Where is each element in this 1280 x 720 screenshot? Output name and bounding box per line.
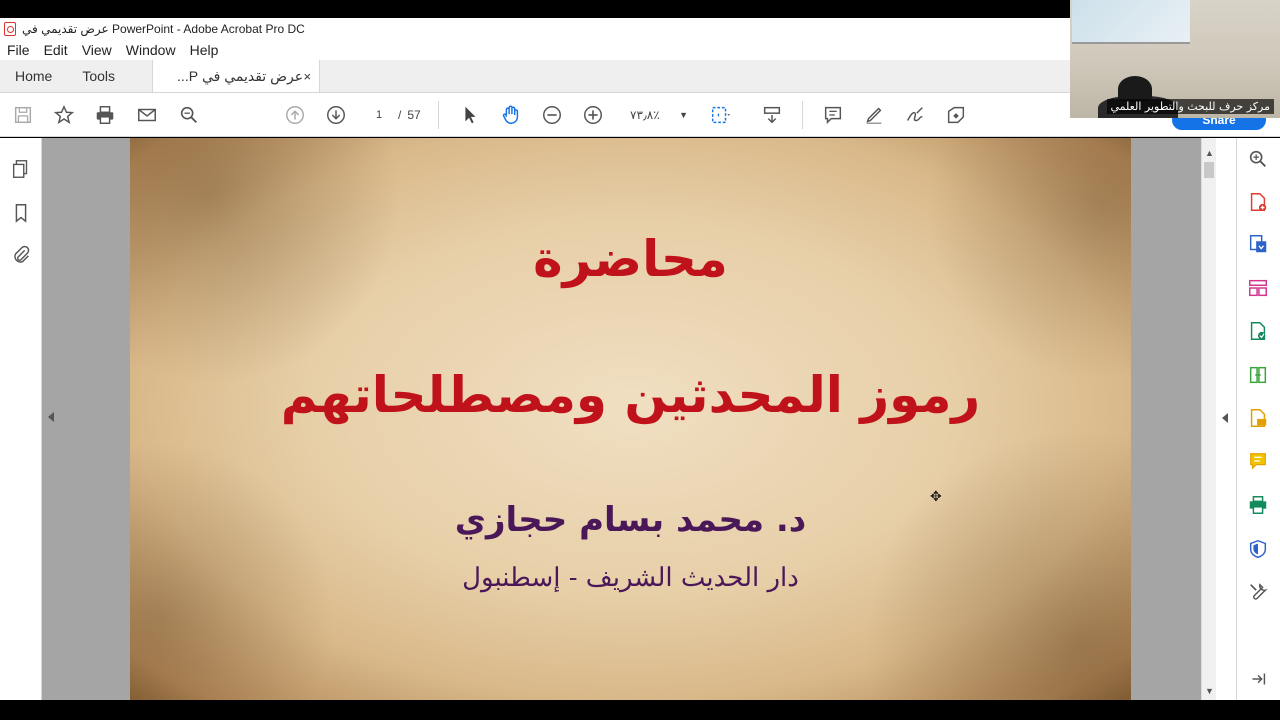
- star-icon[interactable]: [52, 103, 76, 127]
- tab-bar: Home Tools عرض تقديمي في P... ×: [0, 60, 1070, 93]
- menu-edit[interactable]: Edit: [37, 42, 75, 58]
- webcam-label: مركز حرف للبحث والتطوير العلمي: [1106, 99, 1274, 114]
- collapse-right-panel-icon[interactable]: [1222, 413, 1228, 423]
- prev-page-icon[interactable]: [283, 103, 307, 127]
- tab-document-label: عرض تقديمي في P...: [177, 67, 304, 84]
- menu-bar: File Edit View Window Help: [0, 40, 1070, 60]
- protect-shield-icon[interactable]: [1247, 538, 1269, 560]
- acrobat-logo-icon: [4, 22, 16, 36]
- organize-pages-icon[interactable]: [1247, 364, 1269, 386]
- zoom-level-value: ٧٣٫٨٪: [630, 108, 660, 122]
- send-for-review-icon[interactable]: [1247, 407, 1269, 429]
- document-margin-left: [42, 138, 130, 700]
- zoom-level-select[interactable]: ٧٣٫٨٪ ▼: [626, 106, 688, 124]
- print-production-icon[interactable]: [1247, 494, 1269, 516]
- webcam-projector-screen: [1072, 0, 1190, 44]
- tab-home[interactable]: Home: [0, 60, 67, 92]
- page-total: 57: [407, 108, 421, 122]
- next-page-icon[interactable]: [324, 103, 348, 127]
- menu-view[interactable]: View: [75, 42, 119, 58]
- email-icon[interactable]: [135, 103, 159, 127]
- zoom-in-icon[interactable]: [581, 103, 605, 127]
- window-titlebar: عرض تقديمي في PowerPoint - Adobe Acrobat…: [0, 18, 1070, 40]
- fit-page-icon[interactable]: [708, 103, 732, 127]
- search-icon[interactable]: [177, 103, 201, 127]
- print-icon[interactable]: [93, 103, 117, 127]
- left-nav-panel: [0, 138, 42, 700]
- comment-icon[interactable]: [821, 103, 845, 127]
- toolbar-divider: [802, 101, 803, 129]
- scrollbar-thumb[interactable]: [1204, 162, 1214, 178]
- combine-files-icon[interactable]: [1247, 320, 1269, 342]
- slide-title: محاضرة: [533, 230, 728, 288]
- tab-document[interactable]: عرض تقديمي في P... ×: [152, 60, 321, 92]
- collapse-left-panel-icon[interactable]: [48, 412, 54, 422]
- menu-window[interactable]: Window: [119, 42, 183, 58]
- vertical-scrollbar[interactable]: ▲ ▼: [1201, 138, 1216, 700]
- menu-file[interactable]: File: [0, 42, 37, 58]
- tab-tools[interactable]: Tools: [67, 60, 130, 92]
- save-icon[interactable]: [11, 103, 35, 127]
- scroll-mode-icon[interactable]: [760, 103, 784, 127]
- edit-pdf-icon[interactable]: [1247, 277, 1269, 299]
- enhance-scan-icon[interactable]: [1247, 148, 1269, 170]
- move-cursor-icon: ✥: [930, 488, 942, 504]
- tab-home-label: Home: [15, 68, 53, 84]
- bottom-black-bar: [0, 700, 1280, 720]
- bookmark-icon[interactable]: [10, 202, 32, 224]
- webcam-overlay: مركز حرف للبحث والتطوير العلمي: [1070, 0, 1280, 118]
- slide-institution: دار الحديث الشريف - إسطنبول: [462, 563, 799, 593]
- page-navigator: 1 / 57: [366, 106, 421, 124]
- pdf-page-slide: محاضرة رموز المحدثين ومصطلحاتهم د. محمد …: [130, 138, 1131, 700]
- tab-tools-label: Tools: [82, 68, 116, 84]
- document-margin-right: [1131, 138, 1201, 700]
- scroll-down-icon[interactable]: ▼: [1205, 686, 1214, 696]
- select-cursor-icon[interactable]: [458, 103, 482, 127]
- close-tab-icon[interactable]: ×: [303, 69, 311, 84]
- fill-sign-icon[interactable]: [944, 103, 968, 127]
- expand-panel-icon[interactable]: [1247, 668, 1269, 690]
- draw-sign-icon[interactable]: [903, 103, 927, 127]
- highlight-pen-icon[interactable]: [862, 103, 886, 127]
- attachment-icon[interactable]: [10, 244, 32, 266]
- create-pdf-icon[interactable]: [1247, 191, 1269, 213]
- right-tools-panel: [1237, 138, 1280, 700]
- chevron-down-icon: ▼: [679, 110, 688, 120]
- window-title: عرض تقديمي في PowerPoint - Adobe Acrobat…: [22, 22, 305, 36]
- scroll-up-icon[interactable]: ▲: [1205, 148, 1214, 158]
- more-tools-wrench-icon[interactable]: [1247, 581, 1269, 603]
- menu-help[interactable]: Help: [183, 42, 226, 58]
- slide-subtitle: رموز المحدثين ومصطلحاتهم: [280, 366, 981, 424]
- slide-author: د. محمد بسام حجازي: [454, 500, 807, 540]
- page-separator: /: [398, 108, 402, 122]
- export-pdf-icon[interactable]: [1247, 233, 1269, 255]
- hand-tool-icon[interactable]: [499, 103, 523, 127]
- page-thumbnails-icon[interactable]: [10, 158, 32, 180]
- zoom-out-icon[interactable]: [540, 103, 564, 127]
- comment-tool-icon[interactable]: [1247, 450, 1269, 472]
- page-number-input[interactable]: 1: [366, 106, 392, 124]
- toolbar-divider: [438, 101, 439, 129]
